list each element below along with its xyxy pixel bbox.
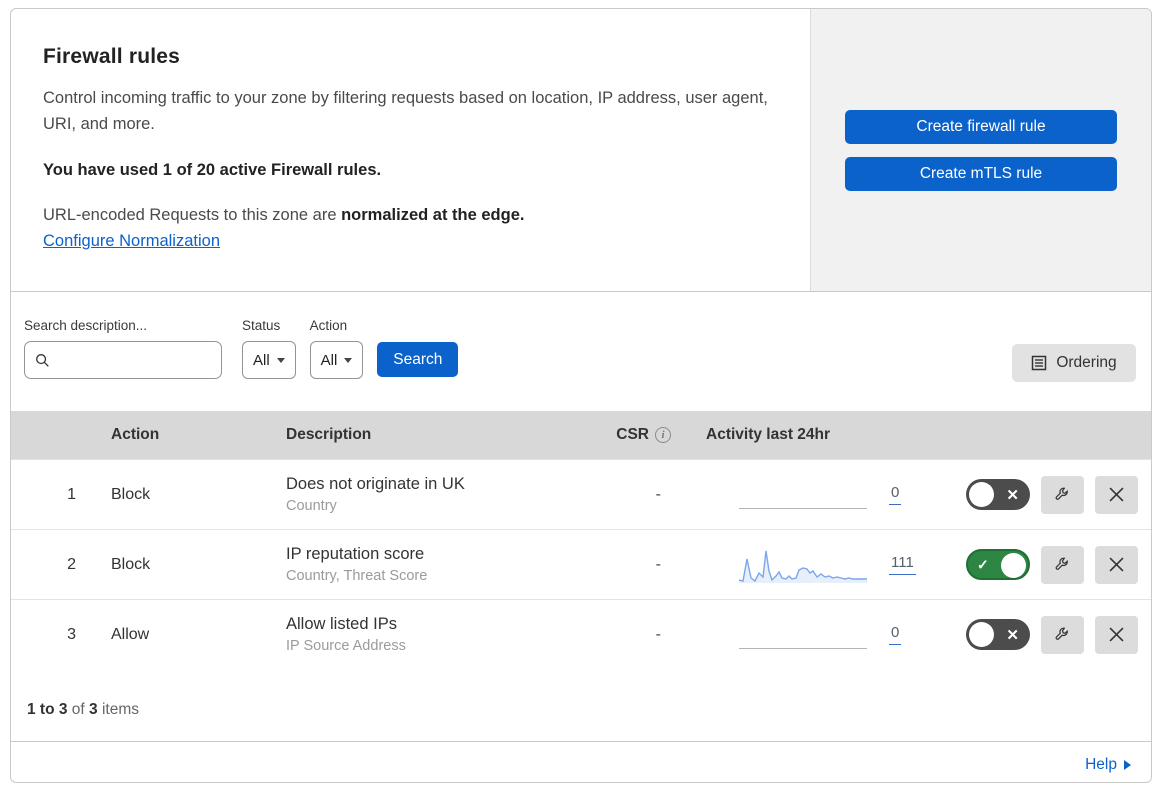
- rule-fields: Country: [286, 498, 337, 514]
- status-value: All: [253, 351, 270, 369]
- help-bar: Help: [11, 741, 1151, 782]
- header-section: Firewall rules Control incoming traffic …: [11, 9, 1151, 292]
- configure-normalization-link[interactable]: Configure Normalization: [43, 232, 220, 251]
- status-label: Status: [242, 318, 281, 333]
- delete-rule-button[interactable]: [1095, 475, 1138, 514]
- help-link[interactable]: Help: [1085, 756, 1117, 774]
- toggle-knob: [1001, 552, 1026, 578]
- edit-rule-button[interactable]: [1041, 475, 1084, 514]
- toggle-knob: [969, 482, 994, 507]
- edit-rule-button[interactable]: [1041, 615, 1084, 654]
- rule-enabled-toggle[interactable]: ✓ ✕: [966, 549, 1030, 580]
- wrench-icon: [1054, 556, 1071, 573]
- activity-sparkline: [739, 477, 867, 513]
- pagination-summary: 1 to 3 of 3 items: [11, 669, 1151, 741]
- table-row: 1 Block Does not originate in UK Country…: [11, 459, 1151, 529]
- firewall-rules-card: Firewall rules Control incoming traffic …: [10, 8, 1152, 783]
- rule-enabled-toggle[interactable]: ✓ ✕: [966, 479, 1030, 510]
- rule-action: Block: [111, 555, 151, 573]
- actions-panel: Create firewall rule Create mTLS rule: [810, 9, 1151, 291]
- delete-rule-button[interactable]: [1095, 545, 1138, 584]
- activity-count-link[interactable]: 111: [889, 554, 916, 575]
- rule-fields: IP Source Address: [286, 638, 406, 654]
- wrench-icon: [1054, 486, 1071, 503]
- range-text: 1 to 3: [27, 701, 68, 718]
- search-input[interactable]: [58, 351, 257, 369]
- table-row: 2 Block IP reputation score Country, Thr…: [11, 529, 1151, 599]
- csr-label: CSR: [616, 426, 649, 443]
- search-icon: [35, 353, 50, 368]
- of-text: of: [71, 701, 85, 718]
- rule-csr-value: -: [655, 555, 661, 573]
- rule-csr-value: -: [655, 625, 661, 643]
- rule-csr-value: -: [655, 485, 661, 503]
- description-column-header: Description: [286, 426, 372, 443]
- rule-priority: 3: [67, 625, 76, 643]
- action-column-header: Action: [111, 426, 160, 443]
- rule-action: Block: [111, 485, 151, 503]
- info-icon[interactable]: i: [655, 427, 671, 443]
- table-header: Action Description CSR i Activity last 2…: [11, 411, 1151, 459]
- items-text: items: [101, 701, 140, 718]
- toggle-knob: [969, 622, 994, 647]
- activity-count-link[interactable]: 0: [889, 484, 902, 505]
- search-box[interactable]: [24, 341, 257, 379]
- normalization-bold: normalized at the edge.: [341, 206, 525, 225]
- delete-rule-button[interactable]: [1095, 615, 1138, 654]
- activity-sparkline: [739, 547, 867, 583]
- edit-rule-button[interactable]: [1041, 545, 1084, 584]
- action-value: All: [320, 351, 338, 369]
- page-description: Control incoming traffic to your zone by…: [43, 89, 768, 134]
- x-icon: ✕: [1006, 626, 1019, 644]
- check-icon: ✓: [977, 556, 989, 572]
- ordering-list-icon: [1031, 355, 1047, 371]
- rule-description: Does not originate in UK: [286, 475, 465, 493]
- ordering-button[interactable]: Ordering: [1012, 344, 1136, 382]
- rule-action: Allow: [111, 625, 150, 643]
- x-icon: ✕: [1006, 486, 1019, 504]
- page-title: Firewall rules: [43, 45, 181, 68]
- rule-priority: 2: [67, 555, 76, 573]
- rule-fields: Country, Threat Score: [286, 568, 428, 584]
- header-text-block: Firewall rules Control incoming traffic …: [11, 9, 810, 291]
- action-select[interactable]: All: [309, 341, 364, 379]
- rule-enabled-toggle[interactable]: ✓ ✕: [966, 619, 1030, 650]
- chevron-down-icon: [344, 357, 353, 363]
- search-button[interactable]: Search: [377, 342, 459, 377]
- rule-priority: 1: [67, 485, 76, 503]
- usage-summary: You have used 1 of 20 active Firewall ru…: [43, 161, 382, 180]
- normalization-note: URL-encoded Requests to this zone are no…: [43, 206, 778, 225]
- activity-sparkline: [739, 617, 867, 653]
- normalization-prefix: URL-encoded Requests to this zone are: [43, 206, 342, 225]
- create-mtls-rule-button[interactable]: Create mTLS rule: [845, 156, 1117, 191]
- table-row: 3 Allow Allow listed IPs IP Source Addre…: [11, 599, 1151, 669]
- create-firewall-rule-button[interactable]: Create firewall rule: [845, 109, 1117, 144]
- rule-description: IP reputation score: [286, 545, 425, 563]
- csr-column-header: CSR i: [616, 426, 671, 444]
- close-icon: [1109, 627, 1124, 642]
- rule-description: Allow listed IPs: [286, 615, 397, 633]
- activity-count-link[interactable]: 0: [889, 624, 902, 645]
- action-label: Action: [309, 318, 348, 333]
- wrench-icon: [1054, 626, 1071, 643]
- caret-right-icon: [1124, 759, 1131, 770]
- close-icon: [1109, 557, 1124, 572]
- total-text: 3: [89, 701, 98, 718]
- activity-column-header: Activity last 24hr: [706, 426, 831, 443]
- search-label: Search description...: [24, 318, 148, 333]
- status-select[interactable]: All: [242, 341, 296, 379]
- close-icon: [1109, 487, 1124, 502]
- filter-bar: Search description... Status All Action: [11, 292, 1151, 411]
- chevron-down-icon: [276, 357, 285, 363]
- ordering-label: Ordering: [1056, 354, 1117, 371]
